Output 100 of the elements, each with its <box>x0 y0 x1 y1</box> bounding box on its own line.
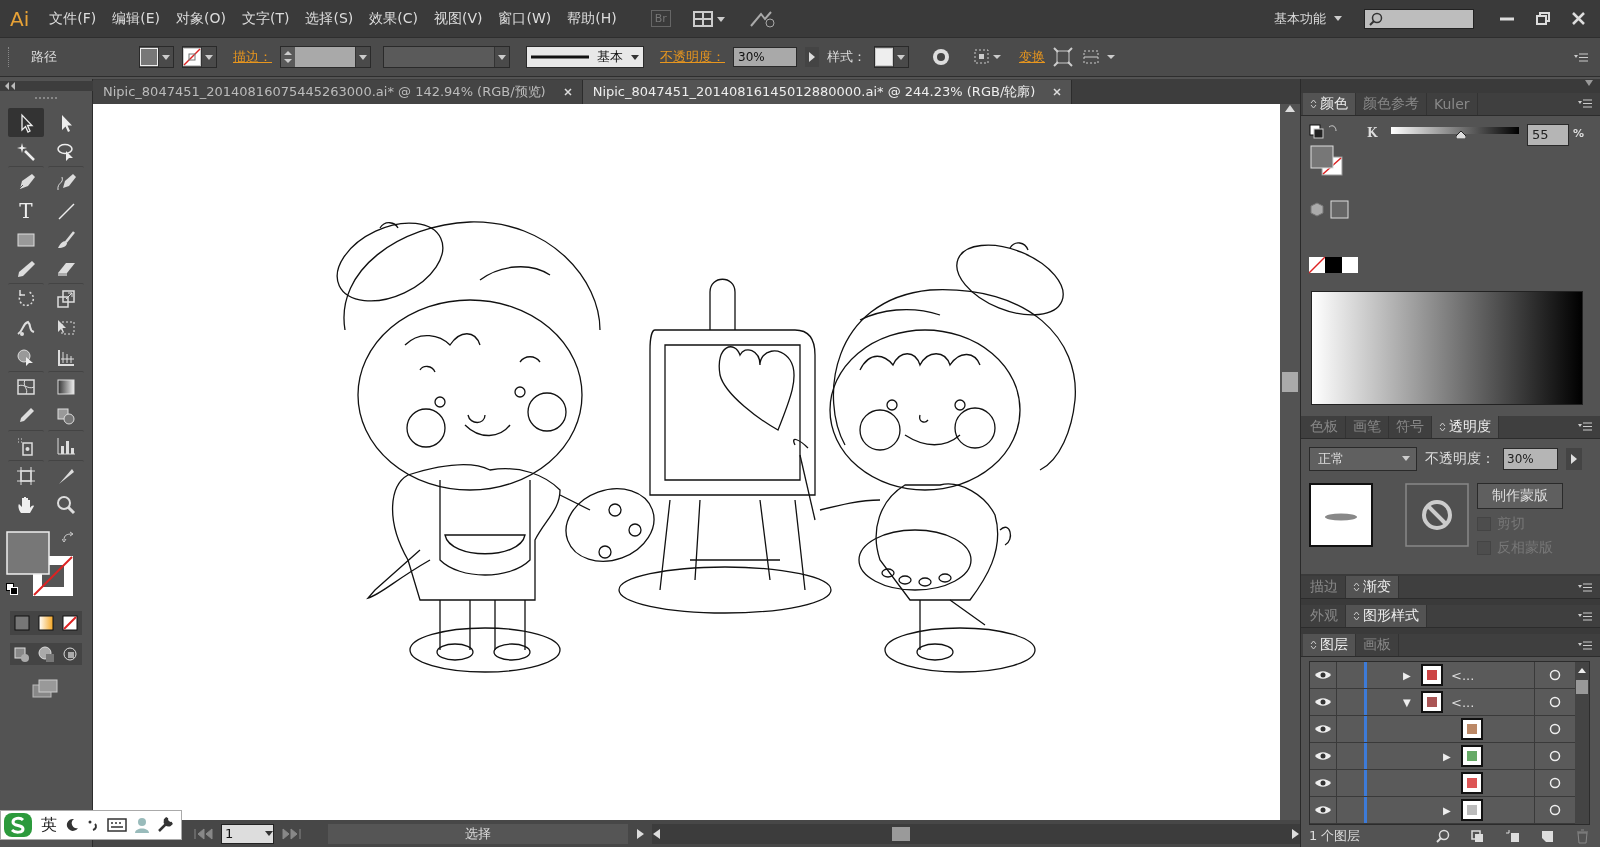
layers-scrollbar[interactable] <box>1575 662 1589 824</box>
stroke-link[interactable]: 描边： <box>233 48 272 66</box>
transform-link[interactable]: 变换 <box>1019 48 1045 66</box>
arrange-icon[interactable] <box>1081 47 1117 67</box>
expand-toggle[interactable]: ▶ <box>1403 669 1411 681</box>
panel-tab[interactable]: 颜色 <box>1303 92 1356 115</box>
panel-menu-icon[interactable] <box>1578 582 1592 592</box>
none-mode-icon[interactable] <box>60 613 80 633</box>
expand-toggle[interactable]: ▶ <box>1443 804 1451 816</box>
menu-item[interactable]: 效果(C) <box>361 9 426 28</box>
opacity-field[interactable]: 30% <box>733 47 797 67</box>
layer-row[interactable]: ▶ <... <box>1310 662 1575 689</box>
keyboard-icon[interactable] <box>107 818 127 832</box>
clipping-mask-icon[interactable] <box>1470 828 1485 844</box>
gpu-icon[interactable] <box>748 9 777 28</box>
moon-icon[interactable] <box>65 818 79 832</box>
tool-button[interactable] <box>8 108 44 137</box>
slider-thumb[interactable] <box>1456 130 1467 139</box>
search-icon[interactable] <box>1435 828 1450 844</box>
layer-row[interactable] <box>1310 770 1575 797</box>
menu-item[interactable]: 编辑(E) <box>104 9 168 28</box>
play-button-icon[interactable] <box>805 47 819 67</box>
expand-toggle[interactable]: ▶ <box>1443 750 1451 762</box>
scroll-thumb[interactable] <box>1576 680 1588 694</box>
layout-icon[interactable] <box>692 10 727 27</box>
blend-mode-dropdown[interactable]: 正常 <box>1309 446 1417 471</box>
panel-tab[interactable]: 色板 <box>1303 415 1346 438</box>
panel-menu-icon[interactable] <box>1578 422 1592 432</box>
eye-icon[interactable] <box>1314 751 1332 761</box>
isolate-icon[interactable] <box>1053 47 1073 67</box>
recolor-icon[interactable] <box>931 47 951 67</box>
collapse-icon[interactable] <box>3 82 16 90</box>
layer-row[interactable] <box>1310 716 1575 743</box>
eye-icon[interactable] <box>1314 697 1332 707</box>
layer-row[interactable]: ▶ <box>1310 743 1575 770</box>
tool-button[interactable]: T <box>8 196 44 225</box>
workspace-switcher[interactable]: 基本功能 <box>1274 9 1342 28</box>
panel-menu-icon[interactable] <box>1578 99 1592 109</box>
page-field[interactable]: 1 <box>221 823 274 844</box>
panel-menu-icon[interactable] <box>1578 611 1592 621</box>
first-page-icon[interactable] <box>193 827 215 840</box>
menu-item[interactable]: 文字(T) <box>233 9 298 28</box>
panel-tab[interactable]: 渐变 <box>1346 576 1399 598</box>
eye-icon[interactable] <box>1314 778 1332 788</box>
panel-tab[interactable]: 颜色参考 <box>1356 92 1427 115</box>
target-icon[interactable] <box>1549 669 1561 681</box>
fill-stroke-indicator[interactable] <box>1309 123 1345 176</box>
status-menu-icon[interactable] <box>634 827 646 840</box>
stroke-dropdown[interactable] <box>182 46 217 68</box>
align-icon[interactable] <box>973 47 1003 67</box>
color-spectrum[interactable] <box>1311 290 1583 405</box>
target-icon[interactable] <box>1549 804 1561 816</box>
panel-tab[interactable]: 图形样式 <box>1346 605 1427 627</box>
scroll-left-icon[interactable] <box>652 828 662 839</box>
swap-icon[interactable] <box>62 531 76 545</box>
target-icon[interactable] <box>1549 777 1561 789</box>
opacity-link[interactable]: 不透明度： <box>660 48 725 66</box>
make-mask-button[interactable]: 制作蒙版 <box>1477 482 1563 509</box>
new-sublayer-icon[interactable] <box>1505 828 1520 844</box>
target-icon[interactable] <box>1549 696 1561 708</box>
menu-item[interactable]: 帮助(H) <box>559 9 625 28</box>
last-page-icon[interactable] <box>280 827 302 840</box>
panel-tab[interactable]: 图层 <box>1303 634 1356 656</box>
fill-dropdown[interactable] <box>139 46 174 68</box>
opacity-field[interactable]: 30% <box>1503 447 1558 470</box>
punctuation-icon[interactable] <box>87 818 99 832</box>
document-tab[interactable]: Nipic_8047451_20140816075445263000.ai* @ 142.94% (RGB/预览) <box>93 80 583 104</box>
panel-menu-icon[interactable] <box>1578 640 1592 650</box>
panel-tab[interactable]: 画板 <box>1356 634 1399 656</box>
default-colors-icon[interactable] <box>6 583 18 595</box>
menu-item[interactable]: 选择(S) <box>297 9 362 28</box>
panel-collapse-icon[interactable] <box>1584 79 1594 87</box>
screen-mode-icon[interactable] <box>31 677 61 699</box>
scroll-thumb[interactable] <box>1282 372 1298 392</box>
scroll-thumb[interactable] <box>892 826 910 841</box>
gradient-mode-icon[interactable] <box>36 613 56 633</box>
eye-icon[interactable] <box>1314 670 1332 680</box>
panel-tab[interactable]: 画笔 <box>1346 415 1389 438</box>
menu-item[interactable]: 视图(V) <box>425 9 491 28</box>
search-field[interactable] <box>1364 8 1474 29</box>
color-mode-icon[interactable] <box>12 613 32 633</box>
panel-tab[interactable]: Kuler <box>1427 92 1478 115</box>
quick-swatches[interactable] <box>1309 255 1359 274</box>
menu-item[interactable]: 窗口(W) <box>490 9 560 28</box>
horizontal-scrollbar[interactable] <box>652 823 1300 844</box>
k-value-field[interactable]: 55 <box>1527 123 1569 146</box>
brush-profile-dropdown[interactable]: 基本 <box>526 46 644 68</box>
fill-swatch[interactable] <box>6 531 50 575</box>
panel-menu-icon[interactable] <box>1574 52 1588 62</box>
expand-toggle[interactable]: ▼ <box>1403 696 1411 708</box>
menu-item[interactable]: 文件(F) <box>41 9 105 28</box>
close-icon[interactable] <box>1053 88 1062 96</box>
panel-tab[interactable]: 透明度 <box>1432 415 1499 438</box>
close-icon[interactable] <box>563 88 572 96</box>
eye-icon[interactable] <box>1314 805 1332 815</box>
target-icon[interactable] <box>1549 723 1561 735</box>
new-layer-icon[interactable] <box>1540 828 1555 844</box>
menu-item[interactable]: 对象(O) <box>168 9 234 28</box>
document-tab[interactable]: Nipic_8047451_20140816145012880000.ai* @ 244.23% (RGB/轮廓) <box>582 80 1073 104</box>
stroke-weight-field[interactable] <box>280 46 371 68</box>
